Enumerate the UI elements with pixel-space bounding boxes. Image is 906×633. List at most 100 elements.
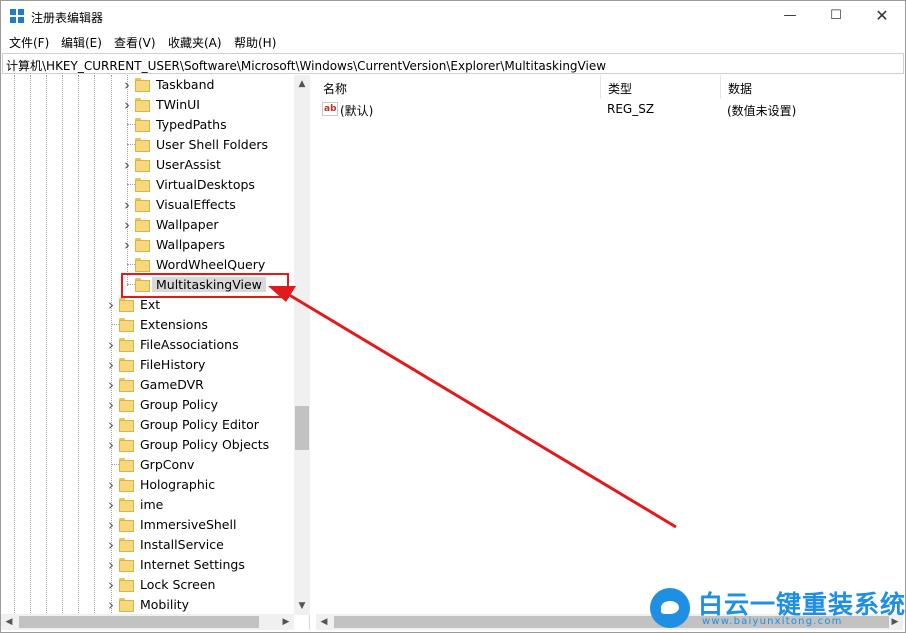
tree-item-wallpapers[interactable]: › Wallpapers xyxy=(1,235,295,255)
chevron-right-icon[interactable]: › xyxy=(106,538,116,553)
tree-item-group-policy-editor[interactable]: › Group Policy Editor xyxy=(1,415,295,435)
tree-item-internet-settings[interactable]: › Internet Settings xyxy=(1,555,295,575)
scroll-left-icon[interactable]: ◀ xyxy=(316,614,332,630)
folder-icon xyxy=(119,578,134,592)
chevron-right-icon[interactable]: › xyxy=(122,198,132,213)
tree-item-holographic[interactable]: › Holographic xyxy=(1,475,295,495)
tree-item-gamedvr[interactable]: › GameDVR xyxy=(1,375,295,395)
scroll-down-icon[interactable]: ▼ xyxy=(294,598,310,614)
chevron-right-icon[interactable]: › xyxy=(122,238,132,253)
column-header-name[interactable]: 名称 xyxy=(316,75,601,99)
tree-item-label: VirtualDesktops xyxy=(156,177,255,192)
tree-vertical-scrollbar[interactable]: ▲ ▼ xyxy=(294,75,310,615)
chevron-right-icon[interactable]: › xyxy=(106,578,116,593)
minimize-button[interactable]: — xyxy=(767,1,813,31)
tree-item-wordwheelquery[interactable]: WordWheelQuery xyxy=(1,255,295,275)
scroll-up-icon[interactable]: ▲ xyxy=(294,76,310,92)
tree-item-label: Internet Settings xyxy=(140,557,245,572)
tree-item-label: Holographic xyxy=(140,477,216,492)
folder-icon xyxy=(119,318,134,332)
tree-scroll-thumb[interactable] xyxy=(295,406,309,450)
folder-icon xyxy=(119,558,134,572)
tree-item-twinui[interactable]: › TWinUI xyxy=(1,95,295,115)
folder-icon xyxy=(119,458,134,472)
tree-item-userassist[interactable]: › UserAssist xyxy=(1,155,295,175)
tree-item-label: Wallpapers xyxy=(156,237,226,252)
bird-logo-icon xyxy=(650,588,690,628)
folder-icon xyxy=(119,598,134,612)
maximize-button[interactable]: ☐ xyxy=(813,1,859,31)
folder-icon xyxy=(135,98,150,112)
chevron-right-icon[interactable]: › xyxy=(106,558,116,573)
tree-item-virtualdesktops[interactable]: VirtualDesktops xyxy=(1,175,295,195)
tree-item-label: UserAssist xyxy=(156,157,221,172)
folder-icon xyxy=(135,218,150,232)
tree-item-visualeffects[interactable]: › VisualEffects xyxy=(1,195,295,215)
value-row-default[interactable]: ab (默认) REG_SZ (数值未设置) xyxy=(316,100,903,120)
chevron-right-icon[interactable]: › xyxy=(106,378,116,393)
tree-hscroll-thumb[interactable] xyxy=(19,616,259,628)
menu-favorites[interactable]: 收藏夹(A) xyxy=(168,34,222,51)
tree-item-mobility[interactable]: › Mobility xyxy=(1,595,295,615)
tree-item-typedpaths[interactable]: TypedPaths xyxy=(1,115,295,135)
tree-item-label: ime xyxy=(140,497,164,512)
folder-icon xyxy=(119,498,134,512)
tree-item-extensions[interactable]: Extensions xyxy=(1,315,295,335)
column-header-type[interactable]: 类型 xyxy=(601,75,721,99)
tree-item-label: FileAssociations xyxy=(140,337,239,352)
tree-item-fileassociations[interactable]: › FileAssociations xyxy=(1,335,295,355)
tree-item-label: Ext xyxy=(140,297,161,312)
watermark-url: www.baiyunxitong.com xyxy=(702,616,843,627)
chevron-right-icon[interactable]: › xyxy=(106,298,116,313)
chevron-right-icon[interactable]: › xyxy=(122,78,132,93)
tree-item-label: Taskband xyxy=(156,77,215,92)
menu-edit[interactable]: 编辑(E) xyxy=(61,34,102,51)
values-list-pane[interactable]: 名称 类型 数据 ab (默认) REG_SZ (数值未设置) xyxy=(316,75,903,614)
chevron-right-icon[interactable]: › xyxy=(122,98,132,113)
tree-item-taskband[interactable]: › Taskband xyxy=(1,75,295,95)
key-tree-pane[interactable]: › Taskband › TWinUI TypedPaths User Shell Fol… xyxy=(1,75,310,630)
scroll-left-icon[interactable]: ◀ xyxy=(1,614,17,630)
chevron-right-icon[interactable]: › xyxy=(106,338,116,353)
watermark-logo: 白云一键重装系统 www.baiyunxitong.com xyxy=(650,586,905,630)
chevron-right-icon[interactable]: › xyxy=(106,478,116,493)
folder-icon xyxy=(135,238,150,252)
tree-item-group-policy[interactable]: › Group Policy xyxy=(1,395,295,415)
tree-item-ime[interactable]: › ime xyxy=(1,495,295,515)
tree-item-filehistory[interactable]: › FileHistory xyxy=(1,355,295,375)
chevron-right-icon[interactable]: › xyxy=(106,598,116,613)
tree-item-label: VisualEffects xyxy=(156,197,236,212)
tree-item-installservice[interactable]: › InstallService xyxy=(1,535,295,555)
chevron-right-icon[interactable]: › xyxy=(106,418,116,433)
tree-item-ext[interactable]: › Ext xyxy=(1,295,295,315)
tree-item-grpconv[interactable]: GrpConv xyxy=(1,455,295,475)
tree-horizontal-scrollbar[interactable]: ◀ ▶ xyxy=(1,614,294,630)
tree-item-label: Wallpaper xyxy=(156,217,219,232)
chevron-right-icon[interactable]: › xyxy=(106,438,116,453)
tree-item-wallpaper[interactable]: › Wallpaper xyxy=(1,215,295,235)
chevron-right-icon[interactable]: › xyxy=(122,158,132,173)
chevron-right-icon[interactable]: › xyxy=(106,398,116,413)
tree-item-user-shell-folders[interactable]: User Shell Folders xyxy=(1,135,295,155)
tree-item-label: Group Policy xyxy=(140,397,218,412)
chevron-right-icon[interactable]: › xyxy=(106,358,116,373)
tree-item-label: GameDVR xyxy=(140,377,204,392)
menu-view[interactable]: 查看(V) xyxy=(114,34,156,51)
tree-item-group-policy-objects[interactable]: › Group Policy Objects xyxy=(1,435,295,455)
close-button[interactable]: ✕ xyxy=(859,1,905,31)
chevron-right-icon[interactable]: › xyxy=(106,498,116,513)
title-bar: 注册表编辑器 — ☐ ✕ xyxy=(1,1,905,31)
scroll-right-icon[interactable]: ▶ xyxy=(278,614,294,630)
tree-item-lock-screen[interactable]: › Lock Screen xyxy=(1,575,295,595)
tree-item-immersiveshell[interactable]: › ImmersiveShell xyxy=(1,515,295,535)
chevron-right-icon[interactable]: › xyxy=(106,518,116,533)
chevron-right-icon[interactable]: › xyxy=(122,218,132,233)
column-header-data[interactable]: 数据 xyxy=(721,75,903,99)
folder-icon xyxy=(119,478,134,492)
folder-icon xyxy=(119,418,134,432)
menu-file[interactable]: 文件(F) xyxy=(9,34,49,51)
folder-icon xyxy=(135,258,150,272)
menu-help[interactable]: 帮助(H) xyxy=(234,34,276,51)
address-bar[interactable]: 计算机\HKEY_CURRENT_USER\Software\Microsoft… xyxy=(2,53,904,74)
address-path: 计算机\HKEY_CURRENT_USER\Software\Microsoft… xyxy=(6,59,607,73)
